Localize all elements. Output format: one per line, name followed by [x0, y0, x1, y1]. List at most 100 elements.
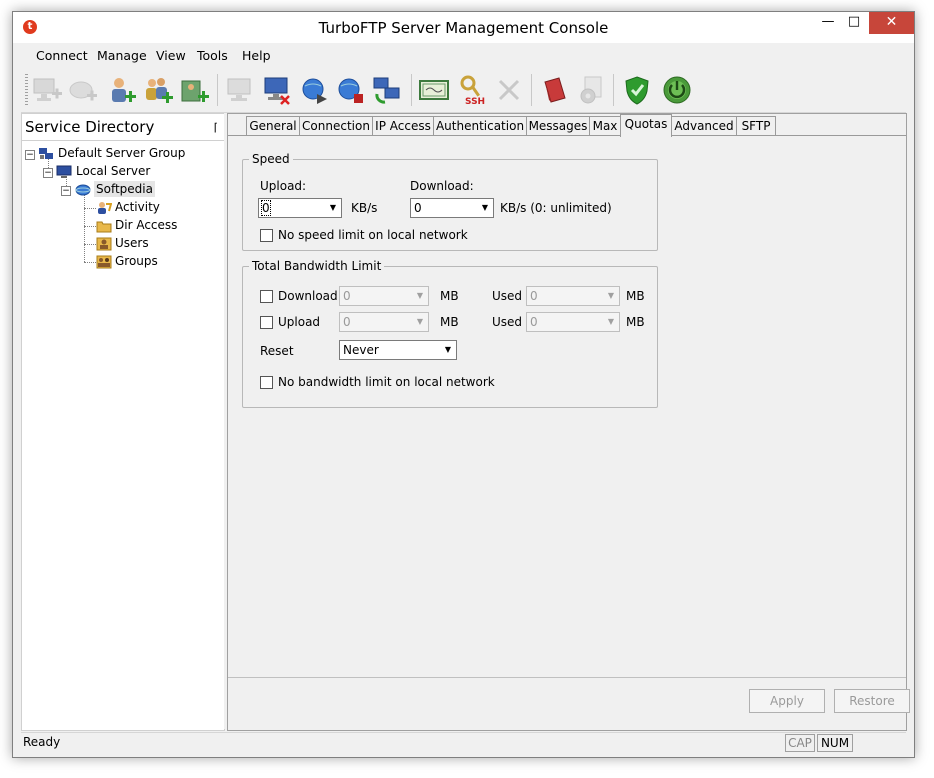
pin-icon[interactable]: ⌈: [214, 121, 218, 134]
computer-disabled-icon[interactable]: [224, 74, 256, 106]
used-download-label: Used: [492, 289, 523, 303]
dropdown-arrow-icon[interactable]: ▼: [412, 313, 428, 331]
tree-line: [84, 262, 96, 263]
download-limit-unit: MB: [440, 289, 459, 303]
used-upload-combo[interactable]: 0 ▼: [526, 312, 620, 332]
num-lock-indicator: NUM: [817, 734, 853, 752]
tree-item-local-server[interactable]: Local Server: [76, 164, 150, 178]
shield-icon[interactable]: [621, 74, 653, 106]
total-bandwidth-group: Total Bandwidth Limit Download 0 ▼ MB Us…: [242, 259, 658, 408]
folder-icon: [96, 221, 112, 233]
network-refresh-icon[interactable]: [371, 74, 403, 106]
server-group-icon: [39, 148, 53, 159]
folder-add-icon[interactable]: [179, 74, 211, 106]
globe-stop-icon[interactable]: [335, 74, 367, 106]
used-upload-label: Used: [492, 315, 523, 329]
used-upload-unit: MB: [626, 315, 645, 329]
tree-item-groups[interactable]: Groups: [115, 254, 158, 268]
no-bandwidth-limit-label: No bandwidth limit on local network: [278, 375, 495, 389]
tab-advanced[interactable]: Advanced: [671, 116, 737, 135]
pane-divider: [22, 140, 224, 141]
quotas-tab-content: Speed Upload: Download: 0 ▼ KB/s 0 ▼ KB/…: [228, 135, 906, 678]
download-limit-combo[interactable]: 0 ▼: [339, 286, 429, 306]
upload-limit-label: Upload: [278, 315, 321, 329]
dropdown-arrow-icon[interactable]: ▼: [603, 313, 619, 331]
menu-view[interactable]: View: [156, 48, 186, 63]
upload-speed-combo[interactable]: 0 ▼: [258, 198, 342, 218]
ssh-keys-icon[interactable]: SSH: [457, 74, 489, 106]
toolbar-separator: [613, 74, 614, 106]
reset-combo[interactable]: Never ▼: [339, 340, 457, 360]
dropdown-arrow-icon[interactable]: ▼: [603, 287, 619, 305]
tab-max[interactable]: Max: [589, 116, 621, 135]
upload-limit-combo[interactable]: 0 ▼: [339, 312, 429, 332]
tree-collapse-toggle[interactable]: −: [43, 168, 53, 178]
no-bandwidth-limit-checkbox[interactable]: [260, 376, 273, 389]
toolbar: SSH: [21, 68, 906, 113]
upload-unit: KB/s: [351, 201, 378, 215]
computer-disabled-icon[interactable]: [67, 74, 99, 106]
tab-authentication[interactable]: Authentication: [433, 116, 527, 135]
menu-tools[interactable]: Tools: [197, 48, 228, 63]
dropdown-arrow-icon[interactable]: ▼: [325, 199, 341, 217]
used-download-unit: MB: [626, 289, 645, 303]
download-label: Download:: [410, 179, 474, 193]
globe-icon: [75, 184, 91, 196]
download-speed-combo[interactable]: 0 ▼: [410, 198, 494, 218]
tree-item-softpedia[interactable]: Softpedia: [94, 181, 155, 197]
no-speed-limit-label: No speed limit on local network: [278, 228, 468, 242]
upload-limit-checkbox[interactable]: [260, 316, 273, 329]
tree-item-users[interactable]: Users: [115, 236, 149, 250]
computer-remove-icon[interactable]: [261, 74, 293, 106]
certificate-icon[interactable]: [418, 74, 450, 106]
settings-icon[interactable]: [575, 74, 607, 106]
dropdown-arrow-icon[interactable]: ▼: [440, 341, 456, 359]
no-speed-limit-checkbox[interactable]: [260, 229, 273, 242]
used-download-combo[interactable]: 0 ▼: [526, 286, 620, 306]
activity-icon: [98, 202, 112, 214]
title-bar: t TurboFTP Server Management Console — □…: [13, 12, 914, 43]
upload-limit-unit: MB: [440, 315, 459, 329]
tab-strip: General Connection IP Access Authenticat…: [228, 114, 906, 137]
apply-button[interactable]: Apply: [749, 689, 825, 713]
download-limit-checkbox[interactable]: [260, 290, 273, 303]
tree-collapse-toggle[interactable]: −: [61, 186, 71, 196]
dropdown-arrow-icon[interactable]: ▼: [412, 287, 428, 305]
menu-bar: Connect Manage View Tools Help: [21, 44, 906, 66]
tab-messages[interactable]: Messages: [526, 116, 590, 135]
tree-item-dir-access[interactable]: Dir Access: [115, 218, 177, 232]
tree-collapse-toggle[interactable]: −: [25, 150, 35, 160]
window-title: TurboFTP Server Management Console: [318, 19, 609, 37]
maximize-button[interactable]: □: [841, 12, 867, 34]
close-button[interactable]: ✕: [869, 12, 914, 34]
restore-button[interactable]: Restore: [834, 689, 910, 713]
menu-help[interactable]: Help: [242, 48, 271, 63]
tree-item-activity[interactable]: Activity: [115, 200, 160, 214]
action-bar: Apply Restore: [228, 677, 910, 730]
group-add-icon[interactable]: [143, 74, 175, 106]
tree-item-default-server-group[interactable]: Default Server Group: [58, 146, 185, 160]
tree-line: [84, 194, 85, 262]
tab-ip-access[interactable]: IP Access: [372, 116, 434, 135]
tab-connection[interactable]: Connection: [299, 116, 373, 135]
minimize-button[interactable]: —: [815, 12, 841, 34]
group-icon: [96, 255, 112, 269]
properties-pane: General Connection IP Access Authenticat…: [227, 113, 910, 731]
tab-quotas[interactable]: Quotas: [620, 114, 672, 137]
delete-icon[interactable]: [493, 74, 525, 106]
tab-general[interactable]: General: [246, 116, 300, 135]
speed-group-title: Speed: [249, 152, 293, 166]
caps-lock-indicator: CAP: [785, 734, 815, 752]
book-icon[interactable]: [539, 74, 571, 106]
tab-sftp[interactable]: SFTP: [736, 116, 776, 135]
power-icon[interactable]: [661, 74, 693, 106]
menu-connect[interactable]: Connect: [36, 48, 88, 63]
menu-manage[interactable]: Manage: [97, 48, 147, 63]
globe-forward-icon[interactable]: [299, 74, 331, 106]
toolbar-grip[interactable]: [25, 74, 28, 106]
dropdown-arrow-icon[interactable]: ▼: [477, 199, 493, 217]
user-add-icon[interactable]: [107, 74, 139, 106]
main-window: t TurboFTP Server Management Console — □…: [12, 11, 915, 758]
status-bar: Ready CAP NUM: [21, 732, 906, 753]
computer-add-icon[interactable]: [31, 74, 63, 106]
